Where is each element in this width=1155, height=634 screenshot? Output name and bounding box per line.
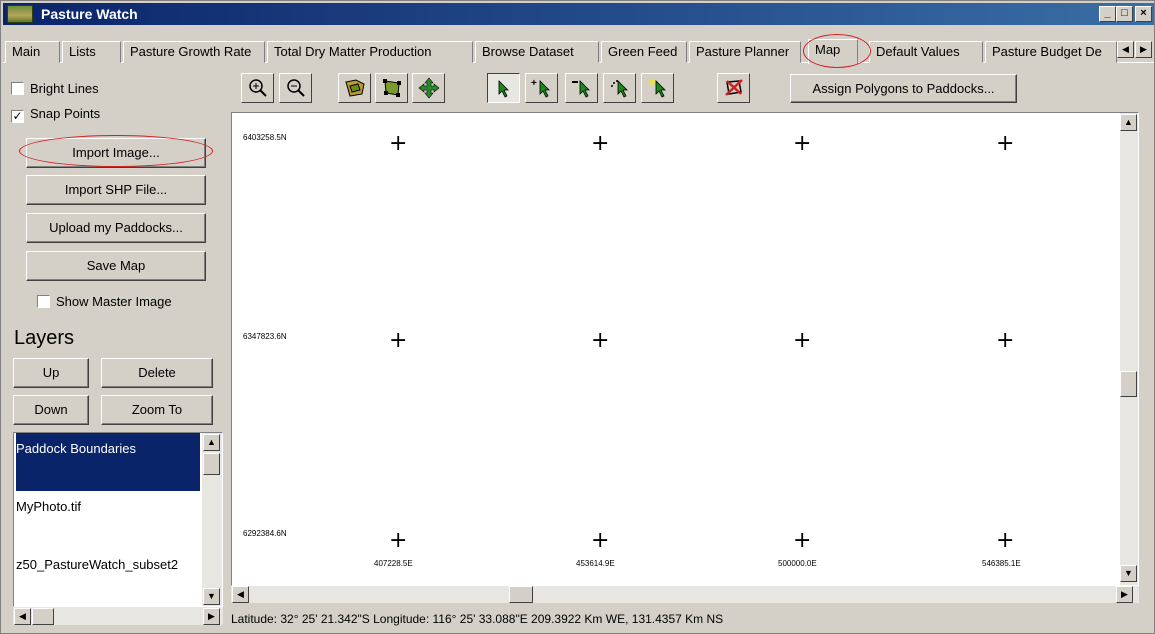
layer-list-scrollbar[interactable]: ▲ ▼	[202, 433, 222, 606]
northing-label: 6347823.6N	[243, 332, 287, 341]
grid-marker: +	[996, 131, 1015, 156]
layer-item-selected[interactable]: Paddock Boundaries	[16, 433, 200, 491]
upload-paddocks-button[interactable]: Upload my Paddocks...	[26, 213, 206, 243]
zoom-out-icon[interactable]	[279, 73, 312, 103]
grid-marker: +	[389, 528, 408, 553]
import-image-button[interactable]: Import Image...	[26, 138, 206, 168]
left-scroll-thumb[interactable]	[32, 608, 54, 625]
left-scroll-right-button[interactable]: ▶	[203, 608, 220, 625]
tab-main[interactable]: Main	[5, 41, 60, 63]
tab-pasture-planner[interactable]: Pasture Planner	[689, 41, 801, 63]
delete-polygon-icon[interactable]	[717, 73, 750, 103]
grid-marker: +	[591, 131, 610, 156]
edit-polygon-icon[interactable]	[375, 73, 408, 103]
easting-label: 546385.1E	[982, 559, 1021, 568]
map-scroll-right-button[interactable]: ▶	[1116, 586, 1133, 603]
save-map-button[interactable]: Save Map	[26, 251, 206, 281]
minimize-button[interactable]: _	[1099, 6, 1116, 22]
snap-points-checkbox[interactable]: ✓ Snap Points	[11, 106, 100, 123]
map-hscroll-thumb[interactable]	[509, 586, 533, 603]
left-panel-hscrollbar[interactable]: ◀ ▶	[13, 607, 223, 625]
tab-browse-dataset[interactable]: Browse Dataset	[475, 41, 599, 63]
highlight-arrow-icon[interactable]	[641, 73, 674, 103]
layer-item[interactable]: z50_PastureWatch_subset2	[16, 549, 200, 606]
pan-icon[interactable]	[412, 73, 445, 103]
window-title: Pasture Watch	[41, 6, 138, 22]
show-master-image-label: Show Master Image	[56, 294, 172, 309]
map-scroll-down-button[interactable]: ▼	[1120, 565, 1137, 582]
tab-pasture-growth-rate[interactable]: Pasture Growth Rate	[123, 41, 265, 63]
layer-down-button[interactable]: Down	[13, 395, 89, 425]
move-point-icon[interactable]	[603, 73, 636, 103]
map-vscroll-thumb[interactable]	[1120, 371, 1137, 397]
layer-scroll-down-button[interactable]: ▼	[203, 588, 220, 605]
layer-scroll-thumb[interactable]	[203, 453, 220, 475]
svg-text:+: +	[531, 78, 537, 89]
map-hscrollbar[interactable]: ◀ ▶	[231, 586, 1139, 603]
tab-scroll-right-button[interactable]: ▶	[1135, 41, 1152, 58]
easting-label: 500000.0E	[778, 559, 817, 568]
show-master-image-checkbox[interactable]: Show Master Image	[37, 294, 172, 309]
grid-marker: +	[591, 528, 610, 553]
layer-scroll-up-button[interactable]: ▲	[203, 434, 220, 451]
grid-marker: +	[389, 328, 408, 353]
map-scroll-left-button[interactable]: ◀	[232, 586, 249, 603]
tab-map[interactable]: Map	[808, 39, 858, 64]
layer-zoom-to-button[interactable]: Zoom To	[101, 395, 213, 425]
northing-label: 6403258.5N	[243, 133, 287, 142]
app-window: Pasture Watch _ □ × Main Lists Pasture G…	[0, 0, 1155, 634]
add-point-icon[interactable]: +	[525, 73, 558, 103]
tab-scroll-left-button[interactable]: ◀	[1117, 41, 1134, 58]
map-scroll-up-button[interactable]: ▲	[1120, 114, 1137, 131]
map-canvas[interactable]: 6403258.5N 6347823.6N 6292384.6N + + + +…	[231, 112, 1139, 586]
layer-list[interactable]: Paddock Boundaries MyPhoto.tif z50_Pastu…	[13, 432, 223, 607]
grid-marker: +	[996, 328, 1015, 353]
assign-polygons-button[interactable]: Assign Polygons to Paddocks...	[790, 74, 1017, 103]
close-button[interactable]: ×	[1135, 6, 1152, 22]
layer-item[interactable]: MyPhoto.tif	[16, 491, 200, 549]
tab-lists[interactable]: Lists	[62, 41, 121, 63]
northing-label: 6292384.6N	[243, 529, 287, 538]
tab-strip: Main Lists Pasture Growth Rate Total Dry…	[3, 39, 1154, 64]
zoom-in-icon[interactable]	[241, 73, 274, 103]
tab-default-values[interactable]: Default Values	[869, 41, 983, 63]
grid-marker: +	[793, 528, 812, 553]
layer-delete-button[interactable]: Delete	[101, 358, 213, 388]
grid-marker: +	[793, 328, 812, 353]
tab-total-dry-matter-production[interactable]: Total Dry Matter Production	[267, 41, 473, 63]
grid-marker: +	[996, 528, 1015, 553]
layers-heading: Layers	[14, 327, 75, 349]
tab-green-feed[interactable]: Green Feed	[601, 41, 687, 63]
map-vscrollbar[interactable]: ▲ ▼	[1120, 113, 1138, 585]
easting-label: 407228.5E	[374, 559, 413, 568]
app-logo-icon	[7, 5, 33, 23]
tab-pasture-budget[interactable]: Pasture Budget De	[985, 41, 1117, 63]
remove-point-icon[interactable]	[565, 73, 598, 103]
layer-up-button[interactable]: Up	[13, 358, 89, 388]
left-scroll-left-button[interactable]: ◀	[14, 608, 31, 625]
status-bar-coordinates: Latitude: 32° 25' 21.342"S Longitude: 11…	[231, 612, 724, 626]
bright-lines-label: Bright Lines	[30, 81, 99, 96]
checkbox-box[interactable]	[37, 295, 50, 308]
title-bar[interactable]: Pasture Watch _ □ ×	[3, 3, 1154, 25]
checkbox-box[interactable]	[11, 82, 24, 95]
polygon-icon[interactable]	[338, 73, 371, 103]
grid-marker: +	[389, 131, 408, 156]
grid-marker: +	[591, 328, 610, 353]
easting-label: 453614.9E	[576, 559, 615, 568]
import-shp-button[interactable]: Import SHP File...	[26, 175, 206, 205]
select-arrow-icon[interactable]	[487, 73, 520, 103]
maximize-button[interactable]: □	[1116, 6, 1133, 22]
grid-marker: +	[793, 131, 812, 156]
bright-lines-checkbox[interactable]: Bright Lines	[11, 81, 99, 96]
checkbox-box-checked[interactable]: ✓	[11, 110, 24, 123]
snap-points-label: Snap Points	[30, 106, 101, 121]
